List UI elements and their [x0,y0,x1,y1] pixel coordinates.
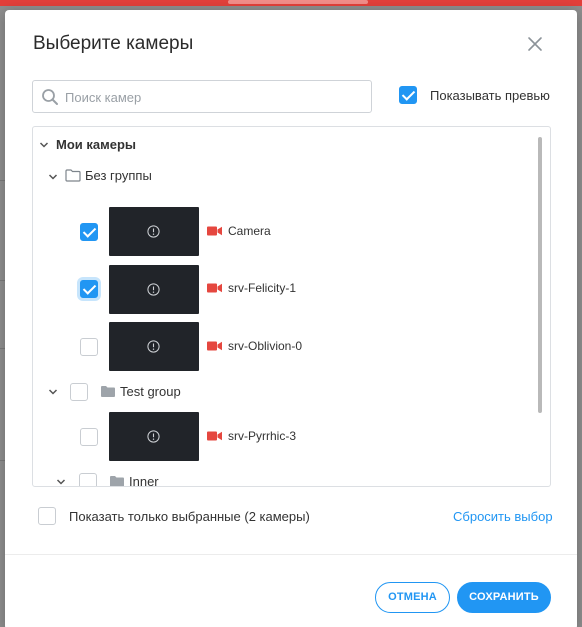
camera-checkbox[interactable] [80,280,98,298]
camera-name: srv-Felicity-1 [228,281,296,295]
camera-checkbox[interactable] [80,428,98,446]
dialog-title: Выберите камеры [33,33,194,54]
subgroup-label: Inner [129,474,159,487]
show-only-selected-label: Показать только выбранные (2 камеры) [69,509,310,524]
info-icon [147,283,160,296]
show-only-selected-checkbox[interactable] [38,507,56,525]
folder-icon [101,386,115,397]
group-label: Без группы [85,168,152,183]
show-preview-label: Показывать превью [430,88,550,103]
camera-icon [207,283,222,293]
chevron-down-icon[interactable] [56,477,66,487]
search-input[interactable] [65,85,365,109]
camera-icon [207,431,222,441]
camera-thumbnail [109,322,199,371]
tree-scrollbar[interactable] [538,137,542,413]
chevron-down-icon[interactable] [39,140,49,150]
tree-root-label: Мои камеры [56,137,136,152]
background-topbar-text [228,0,368,4]
info-icon [147,225,160,238]
camera-select-dialog: Выберите камеры Показывать превью Мои ка… [5,10,577,627]
search-field[interactable] [32,80,372,113]
camera-icon [207,341,222,351]
camera-thumbnail [109,207,199,256]
camera-thumbnail [109,265,199,314]
folder-icon [110,476,124,486]
camera-tree: Мои камеры Без группы Camera srv-Felicit… [32,126,551,487]
show-preview-checkbox[interactable] [399,86,417,104]
camera-thumbnail [109,412,199,461]
group-checkbox[interactable] [70,383,88,401]
search-icon [41,88,59,106]
camera-icon [207,226,222,236]
folder-outline-icon [65,169,81,182]
footer-divider [5,554,577,555]
camera-checkbox[interactable] [80,338,98,356]
chevron-down-icon[interactable] [48,387,58,397]
camera-name: srv-Pyrrhic-3 [228,429,296,443]
save-button[interactable]: СОХРАНИТЬ [457,582,551,613]
camera-name: srv-Oblivion-0 [228,339,303,353]
reset-selection-link[interactable]: Сбросить выбор [453,509,553,524]
chevron-down-icon[interactable] [48,172,58,182]
close-icon[interactable] [526,35,544,53]
subgroup-checkbox[interactable] [79,473,97,486]
camera-checkbox[interactable] [80,223,98,241]
cancel-button[interactable]: ОТМЕНА [375,582,450,613]
info-icon [147,340,160,353]
group-label: Test group [120,384,181,399]
camera-name: Camera [228,224,271,238]
info-icon [147,430,160,443]
